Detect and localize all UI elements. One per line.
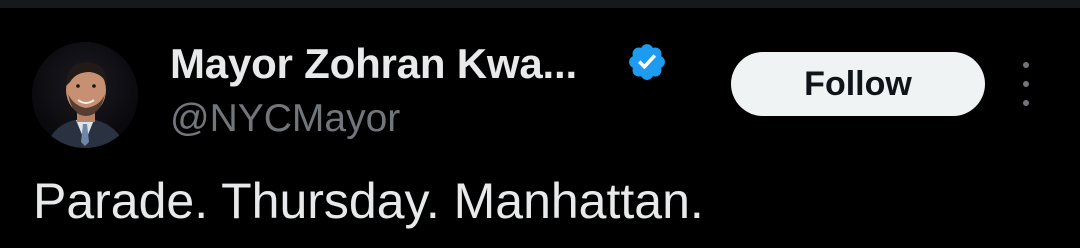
follow-button[interactable]: Follow [731,52,985,116]
user-handle[interactable]: @NYCMayor [170,97,400,141]
more-options-icon[interactable] [1010,62,1042,106]
dot [1023,81,1029,87]
dot [1023,100,1029,106]
tweet-card: Mayor Zohran Kwa... @NYCMayor Follow Par… [0,0,1080,248]
tweet-text: Parade. Thursday. Manhattan. [33,173,704,229]
avatar-image [32,42,138,148]
display-name[interactable]: Mayor Zohran Kwa... [170,40,577,88]
divider [0,0,1080,8]
dot [1023,62,1029,68]
verified-badge-icon [629,44,665,80]
avatar[interactable] [32,42,138,148]
